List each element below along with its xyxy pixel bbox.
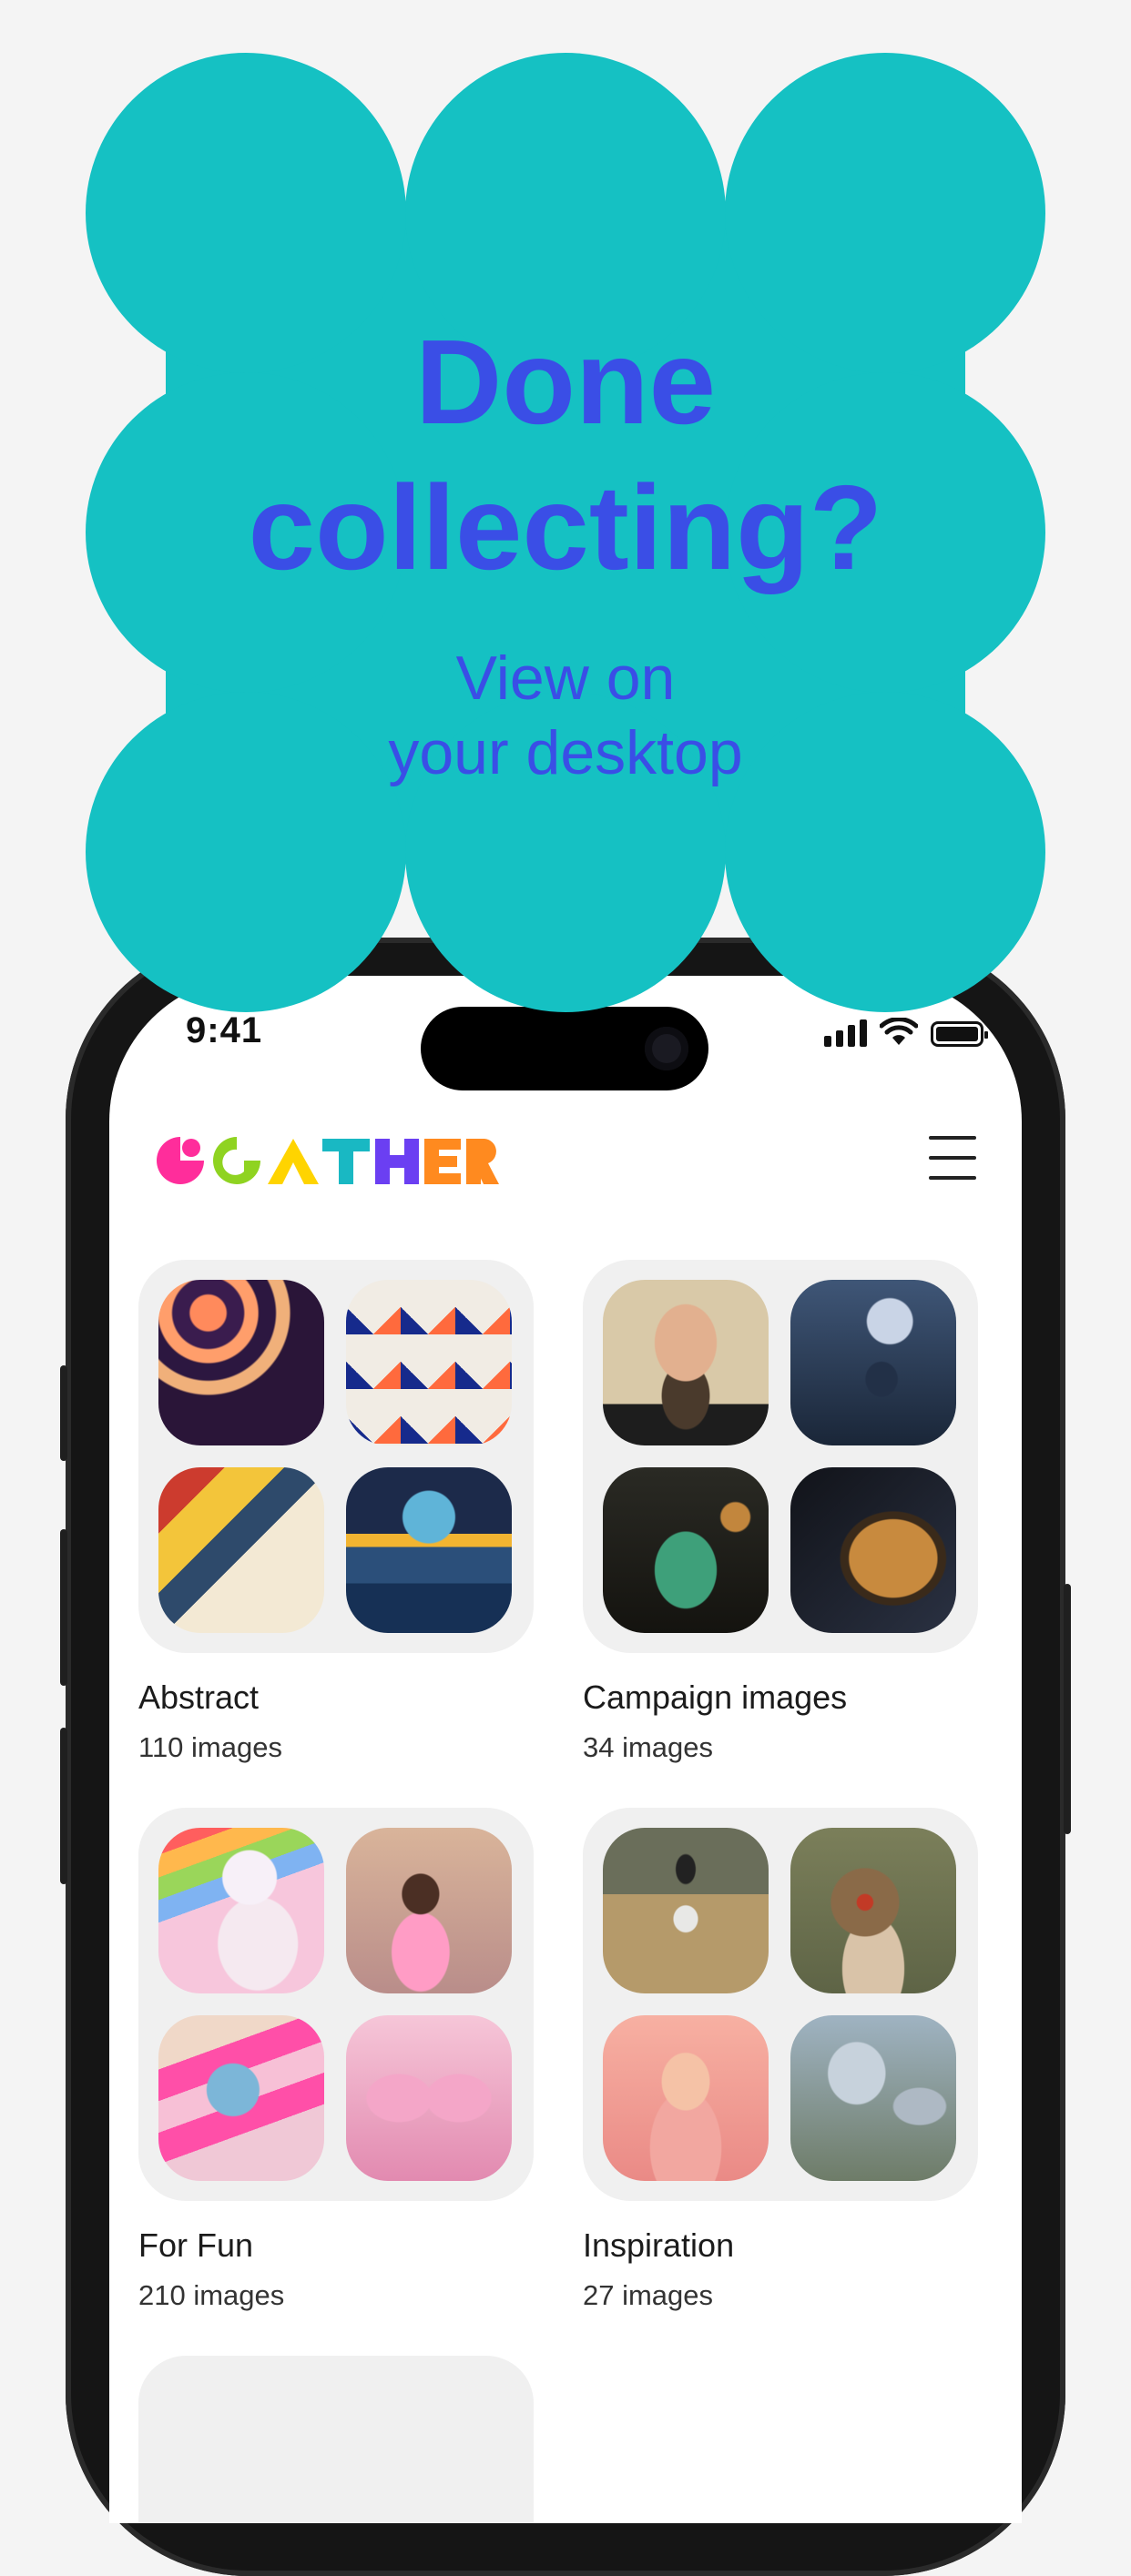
battery-icon xyxy=(931,1021,988,1047)
folder-name: For Fun xyxy=(138,2226,254,2264)
folder-name: Abstract xyxy=(138,1678,260,1716)
folder-count: 210 images xyxy=(138,2279,285,2311)
phone-volume-down xyxy=(60,1728,67,1884)
folder-name: Inspiration xyxy=(583,2226,735,2264)
folder-thumbnails[interactable] xyxy=(583,1260,978,1653)
folder-grid: Abstract 110 images Campaign images 34 i… xyxy=(138,1260,994,2523)
folder-count: 110 images xyxy=(138,1731,282,1763)
phone-volume-up xyxy=(60,1529,67,1686)
app-screen: 9:41 Abstract 110 images Campaign images… xyxy=(109,976,1022,2523)
thumbnail-image xyxy=(790,2015,956,2181)
promo-title-line: collecting? xyxy=(248,461,883,594)
folder-placeholder-card[interactable] xyxy=(138,2356,534,2523)
thumbnail-image xyxy=(158,1828,324,1993)
gather-logo[interactable] xyxy=(155,1135,501,1186)
folder-thumbnails[interactable] xyxy=(138,1808,534,2201)
wifi-icon xyxy=(880,1018,918,1045)
thumbnail-image xyxy=(603,1828,769,1993)
folder-name: Campaign images xyxy=(583,1678,848,1716)
status-icons xyxy=(824,1018,988,1047)
status-time: 9:41 xyxy=(186,1010,263,1050)
folder-thumbnails[interactable] xyxy=(138,1260,534,1653)
thumbnail-image xyxy=(790,1828,956,1993)
thumbnail-image xyxy=(790,1467,956,1633)
promo-subtitle-line: your desktop xyxy=(388,718,743,787)
phone-side-button xyxy=(60,1365,67,1461)
promo-subtitle-line: View on xyxy=(455,644,676,713)
promo-title-line: Done xyxy=(415,315,716,449)
thumbnail-image xyxy=(346,1467,512,1633)
thumbnail-image xyxy=(790,1280,956,1445)
camera-icon xyxy=(645,1027,688,1070)
folder-inspiration[interactable]: Inspiration 27 images xyxy=(583,1808,978,2312)
promo-subtitle: View on your desktop xyxy=(0,641,1131,790)
folder-abstract[interactable]: Abstract 110 images xyxy=(138,1260,534,1764)
folder-count: 34 images xyxy=(583,1731,714,1763)
thumbnail-image xyxy=(346,1828,512,1993)
gather-logo-mark xyxy=(157,1137,499,1184)
folder-thumbnails[interactable] xyxy=(583,1808,978,2201)
thumbnail-image xyxy=(603,1467,769,1633)
folder-for-fun[interactable]: For Fun 210 images xyxy=(138,1808,534,2312)
thumbnail-image xyxy=(603,2015,769,2181)
promo-title: Done collecting? xyxy=(0,309,1131,601)
folder-count: 27 images xyxy=(583,2279,714,2311)
hamburger-menu-icon[interactable] xyxy=(929,1136,976,1180)
folder-campaign-images[interactable]: Campaign images 34 images xyxy=(583,1260,978,1764)
thumbnail-image xyxy=(346,1280,512,1445)
thumbnail-image xyxy=(603,1280,769,1445)
phone-power-button xyxy=(1064,1584,1071,1834)
thumbnail-image xyxy=(158,1467,324,1633)
dynamic-island xyxy=(421,1007,708,1090)
thumbnail-image xyxy=(158,1280,324,1445)
thumbnail-image xyxy=(346,2015,512,2181)
signal-icon xyxy=(824,1019,867,1047)
thumbnail-image xyxy=(158,2015,324,2181)
